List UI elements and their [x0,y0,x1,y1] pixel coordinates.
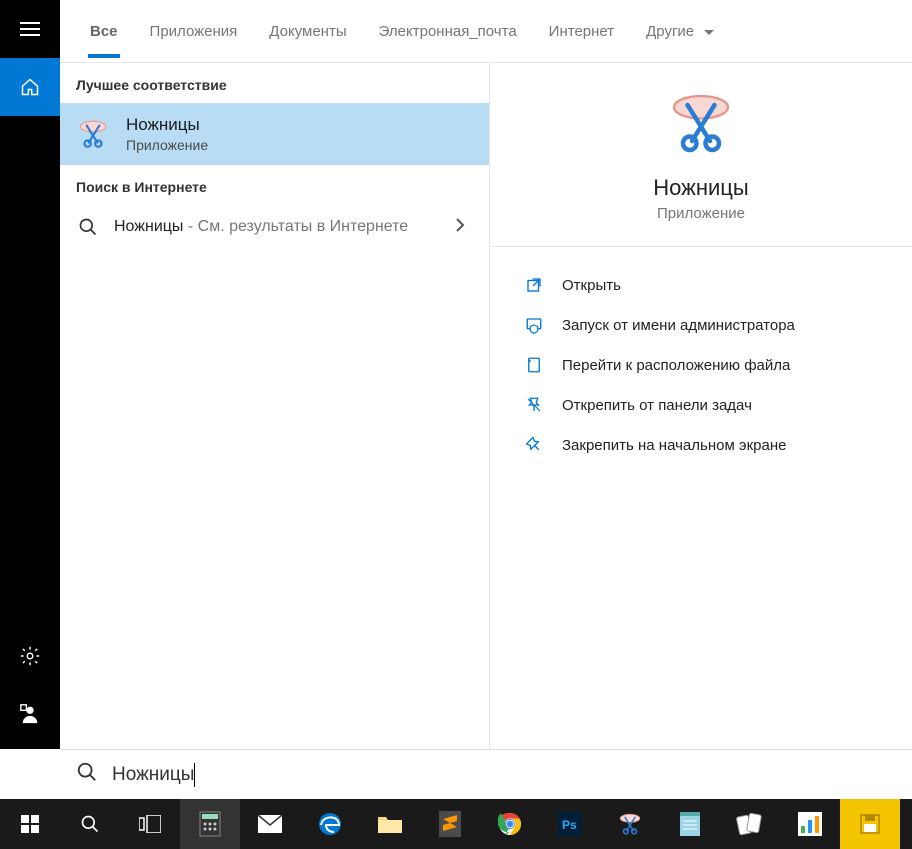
sublime-icon [439,811,461,837]
photoshop-icon: Ps [558,812,582,836]
svg-text:Ps: Ps [562,818,577,832]
tab-label: Электронная_почта [379,23,517,40]
web-text: Ножницы - См. результаты в Интернете [114,216,441,238]
chevron-right-icon [455,217,473,238]
chrome-icon [498,812,522,836]
taskbar-app-chart[interactable] [780,799,840,849]
search-icon [76,761,98,788]
home-button[interactable] [0,58,60,116]
tab-documents[interactable]: Документы [255,5,360,58]
search-icon [80,814,100,834]
save-icon [859,813,881,835]
action-label: Открепить от панели задач [562,397,752,414]
result-item-snipping-tool[interactable]: Ножницы Приложение [60,103,489,165]
taskbar-app-sublime[interactable] [420,799,480,849]
taskbar: Ps [0,799,912,849]
chart-icon [798,812,822,836]
notepad-icon [679,811,701,837]
person-icon [19,703,41,725]
action-open[interactable]: Открыть [524,265,878,305]
taskbar-app-mail[interactable] [240,799,300,849]
tab-label: Приложения [150,23,238,40]
action-open-location[interactable]: Перейти к расположению файла [524,345,878,385]
action-label: Перейти к расположению файла [562,357,790,374]
windows-logo-icon [21,815,39,833]
tab-apps[interactable]: Приложения [136,5,252,58]
action-unpin-taskbar[interactable]: Открепить от панели задач [524,385,878,425]
detail-panel: Ножницы Приложение Открыть Запуск от име… [490,63,912,749]
app-title: Ножницы [653,175,748,201]
action-label: Запуск от имени администратора [562,317,795,334]
tab-all[interactable]: Все [76,5,132,58]
search-input-row: Ножницы [60,749,912,799]
folder-icon [524,355,544,375]
start-button[interactable] [0,799,60,849]
hamburger-button[interactable] [0,0,60,58]
admin-shield-icon [524,315,544,335]
section-web: Поиск в Интернете [60,165,489,205]
taskbar-app-calculator[interactable] [180,799,240,849]
taskbar-app-solitaire[interactable] [720,799,780,849]
start-left-rail [0,0,60,749]
action-label: Открыть [562,277,621,294]
unpin-icon [524,395,544,415]
text-caret [194,763,195,787]
app-large-icon [665,87,737,159]
taskbar-search-button[interactable] [60,799,120,849]
taskbar-app-save[interactable] [840,799,900,849]
section-best-match: Лучшее соответствие [60,63,489,103]
home-icon [20,77,40,97]
search-icon [76,215,100,239]
mail-icon [257,814,283,834]
settings-button[interactable] [0,627,60,685]
result-text: Ножницы Приложение [126,115,208,153]
tab-internet[interactable]: Интернет [535,5,628,58]
snipping-tool-icon [76,117,110,151]
action-label: Закрепить на начальном экране [562,437,786,454]
tab-label: Документы [269,23,346,40]
pin-icon [524,435,544,455]
calculator-icon [199,811,221,837]
taskbar-app-explorer[interactable] [360,799,420,849]
task-view-icon [139,815,161,833]
gear-icon [19,645,41,667]
taskbar-app-edge[interactable] [300,799,360,849]
action-pin-start[interactable]: Закрепить на начальном экране [524,425,878,465]
search-results: Лучшее соответствие Ножницы Приложение П… [60,63,490,749]
search-filter-tabs: Все Приложения Документы Электронная_поч… [60,0,912,63]
action-run-as-admin[interactable]: Запуск от имени администратора [524,305,878,345]
tab-label: Интернет [549,23,614,40]
web-suffix: - См. результаты в Интернете [183,218,408,235]
tab-label: Все [90,23,118,40]
actions-list: Открыть Запуск от имени администратора П… [490,247,912,483]
result-subtitle: Приложение [126,137,208,153]
account-button[interactable] [0,685,60,743]
result-title: Ножницы [126,115,208,135]
task-view-button[interactable] [120,799,180,849]
snipping-tool-icon [617,811,643,837]
search-input-value[interactable]: Ножницы [112,764,194,786]
cards-icon [736,812,764,836]
taskbar-app-notepad[interactable] [660,799,720,849]
tab-label: Другие [646,23,694,40]
edge-icon [318,812,342,836]
tab-more[interactable]: Другие [632,5,728,58]
folder-icon [377,813,403,835]
taskbar-app-chrome[interactable] [480,799,540,849]
app-subtitle: Приложение [657,205,745,222]
web-search-item[interactable]: Ножницы - См. результаты в Интернете [60,205,489,249]
open-icon [524,275,544,295]
taskbar-app-photoshop[interactable]: Ps [540,799,600,849]
hamburger-icon [20,22,40,36]
tab-email[interactable]: Электронная_почта [365,5,531,58]
taskbar-app-snipping-tool[interactable] [600,799,660,849]
web-query: Ножницы [114,218,183,235]
chevron-down-icon [704,23,714,40]
